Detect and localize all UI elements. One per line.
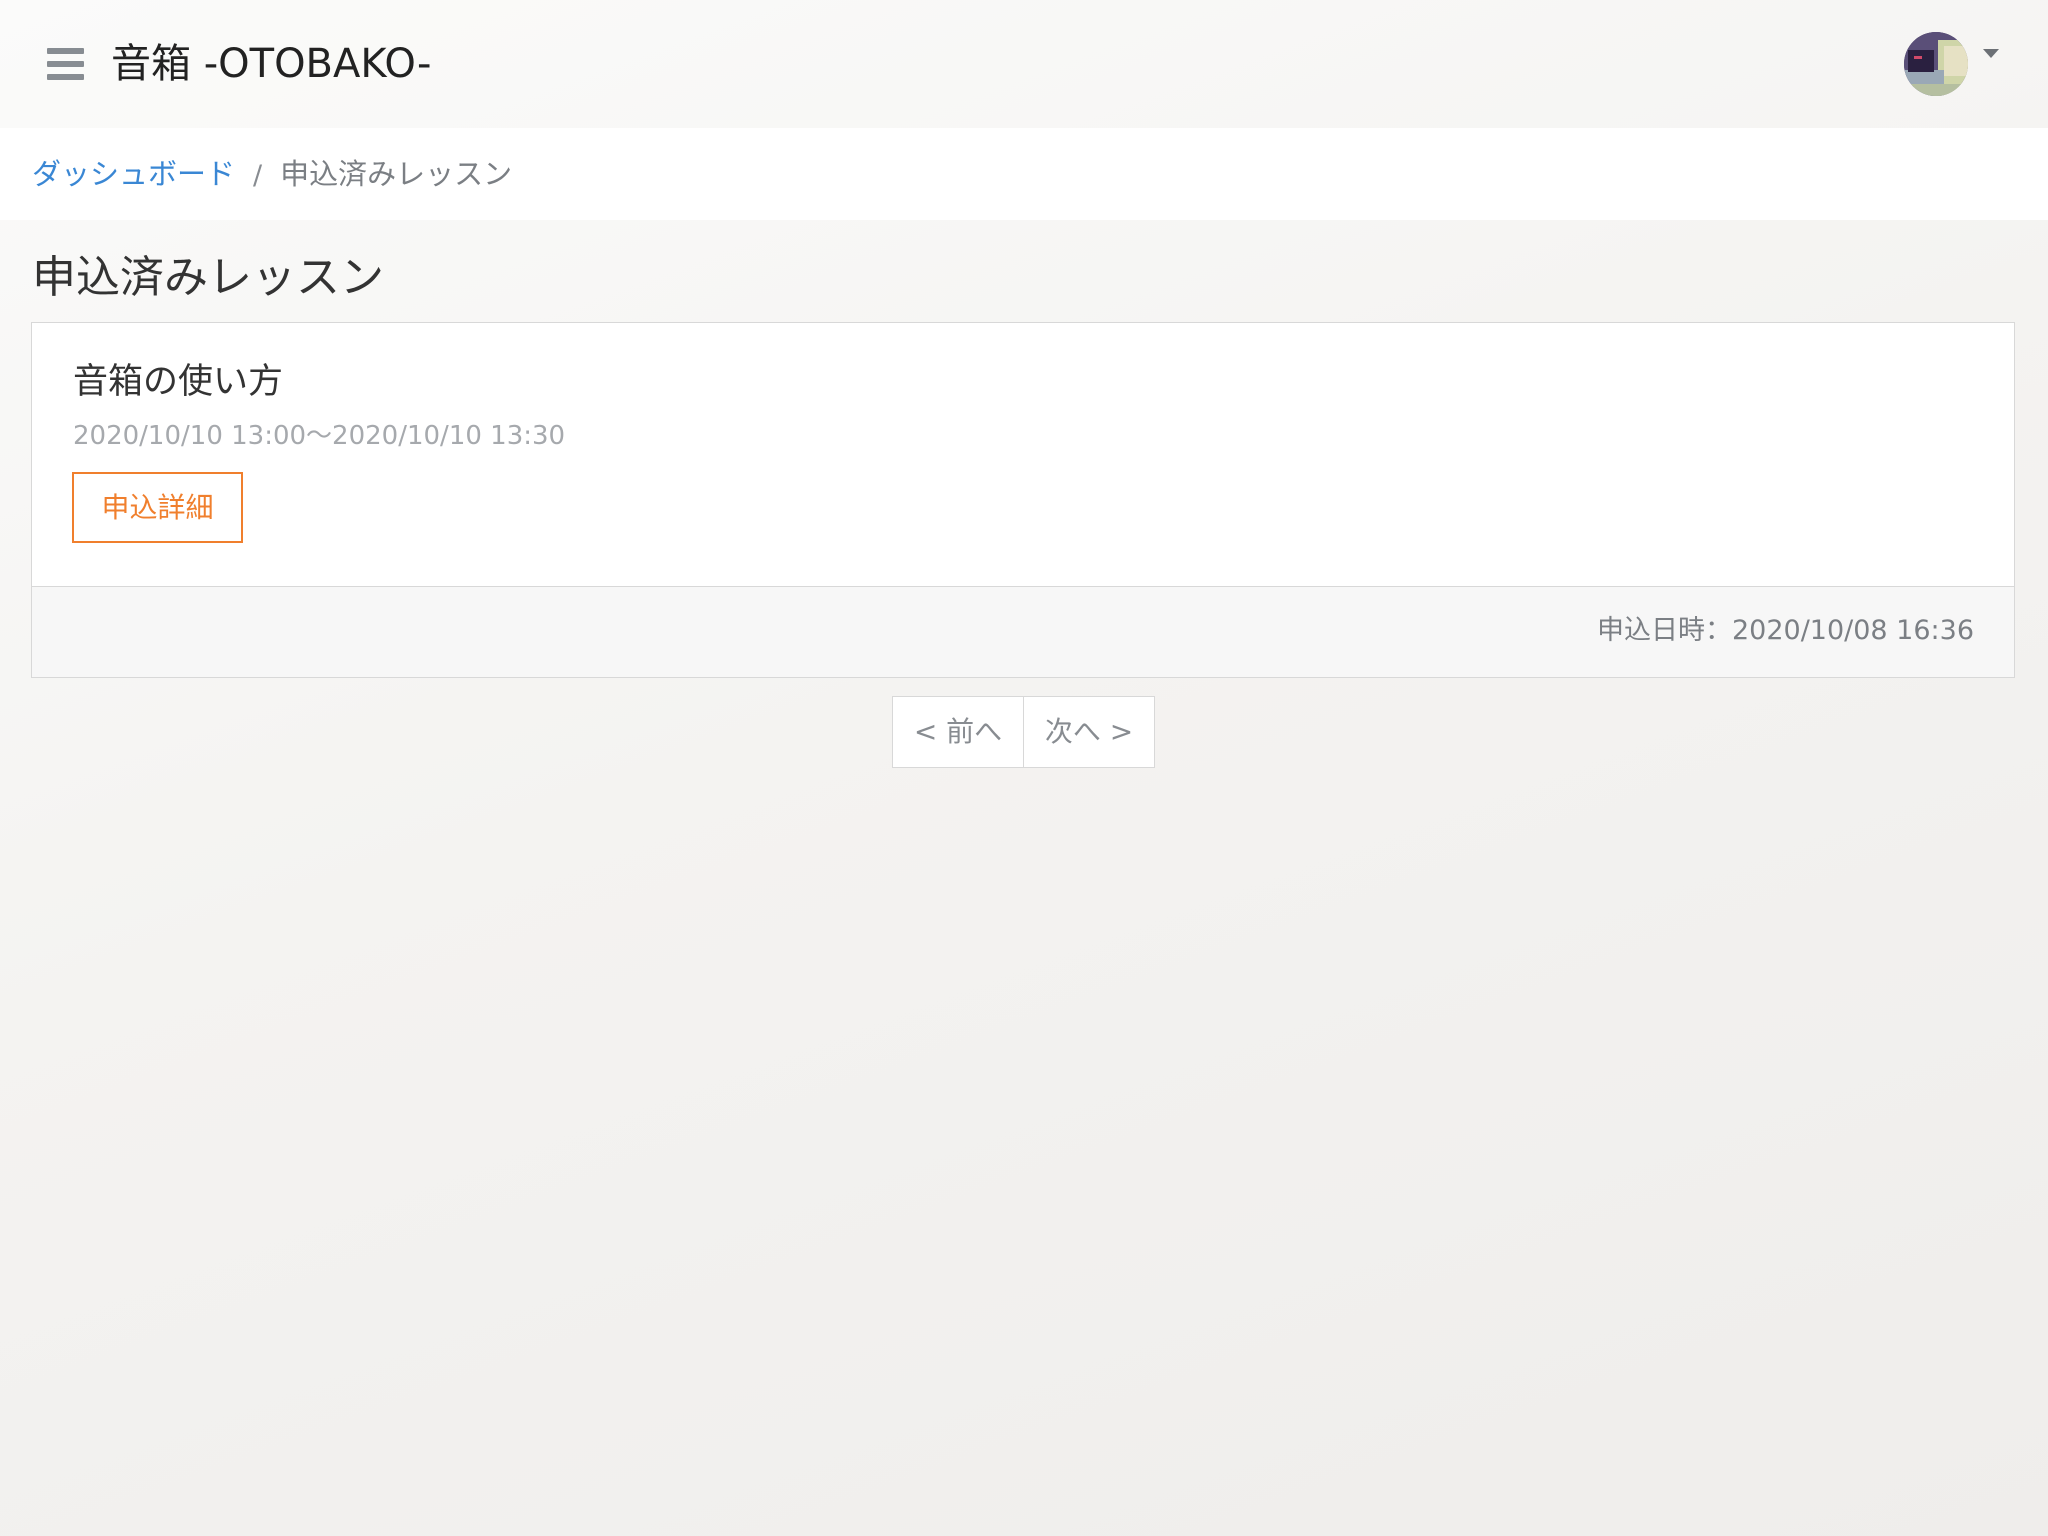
- pagination: < 前へ 次へ >: [892, 696, 1156, 768]
- prev-page-button[interactable]: < 前へ: [892, 696, 1024, 768]
- hamburger-line: [47, 61, 84, 67]
- breadcrumb-link-dashboard[interactable]: ダッシュボード: [32, 157, 235, 191]
- hamburger-line: [47, 48, 84, 54]
- hamburger-line: [47, 74, 84, 80]
- lesson-title: 音箱の使い方: [73, 362, 284, 402]
- breadcrumb-separator: /: [253, 160, 263, 191]
- lesson-card-footer: 申込日時：2020/10/08 16:36: [32, 586, 2014, 677]
- caret-down-icon[interactable]: [1983, 49, 1999, 58]
- lesson-card: 音箱の使い方 2020/10/10 13:00〜2020/10/10 13:30…: [31, 322, 2015, 678]
- app-brand-title[interactable]: 音箱 -OTOBAKO-: [111, 36, 431, 92]
- lesson-time-range: 2020/10/10 13:00〜2020/10/10 13:30: [73, 421, 566, 451]
- application-detail-button[interactable]: 申込詳細: [72, 472, 243, 543]
- breadcrumb-current: 申込済みレッスン: [280, 157, 513, 191]
- lesson-card-body: 音箱の使い方 2020/10/10 13:00〜2020/10/10 13:30…: [32, 323, 2014, 586]
- breadcrumb-bar: ダッシュボード / 申込済みレッスン: [0, 128, 2048, 220]
- page-title: 申込済みレッスン: [32, 252, 384, 303]
- user-avatar[interactable]: [1904, 32, 1968, 96]
- applied-datetime: 申込日時：2020/10/08 16:36: [1596, 615, 1974, 646]
- next-page-button[interactable]: 次へ >: [1023, 696, 1155, 768]
- hamburger-menu-icon[interactable]: [47, 48, 84, 80]
- breadcrumb: ダッシュボード / 申込済みレッスン: [32, 152, 512, 196]
- avatar-image: [1904, 32, 1968, 96]
- top-navbar: 音箱 -OTOBAKO-: [0, 0, 2048, 128]
